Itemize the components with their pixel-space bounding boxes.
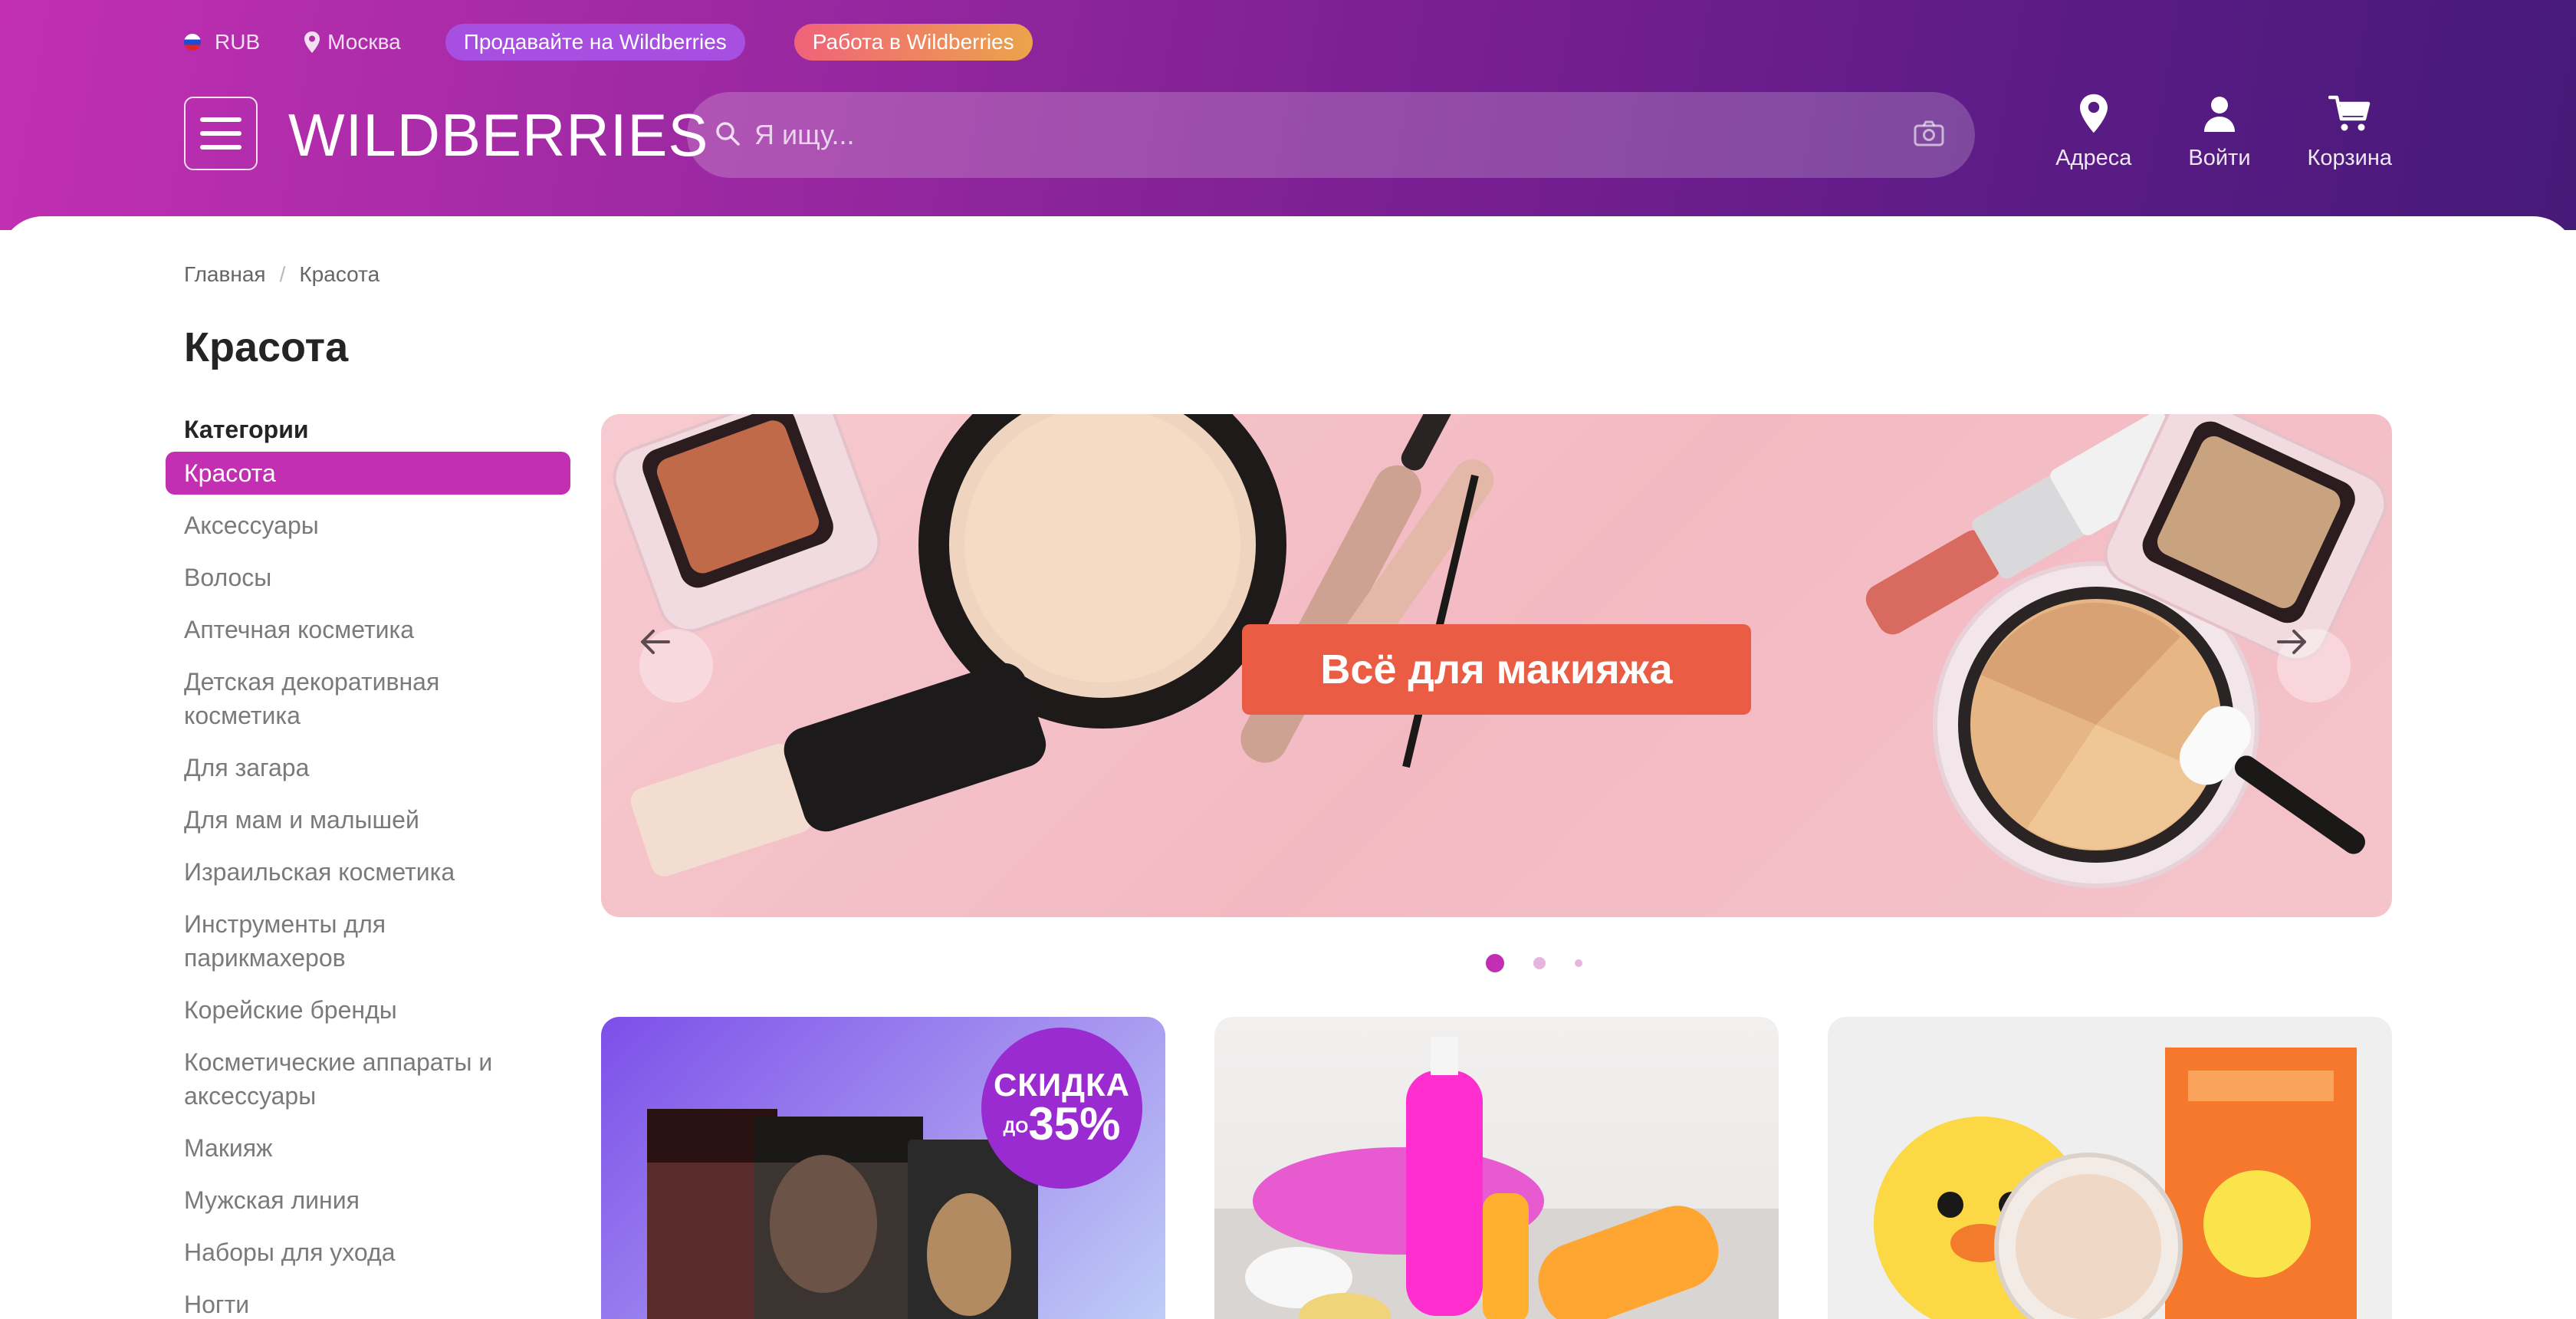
cart-icon xyxy=(2328,90,2371,137)
sidebar-item-makeup[interactable]: Макияж xyxy=(166,1122,570,1174)
site-header: RUB Москва Продавайте на Wildberries Раб… xyxy=(0,0,2576,230)
login-button[interactable]: Войти xyxy=(2188,90,2251,171)
cushion-compacts-image xyxy=(1874,1048,2357,1319)
currency-selector[interactable]: RUB xyxy=(184,30,260,54)
search-icon xyxy=(715,120,741,150)
care-products-image xyxy=(1214,1037,1779,1319)
sidebar-item-moms-and-babies[interactable]: Для мам и малышей xyxy=(166,794,570,846)
sidebar-item-cosmetic-devices[interactable]: Косметические аппараты и аксессуары xyxy=(166,1036,570,1122)
sidebar-item-kids-decorative-cosmetics[interactable]: Детская декоративная косметика xyxy=(166,656,570,742)
promo-banner[interactable]: Всё для макияжа xyxy=(601,414,2392,917)
russia-flag-icon xyxy=(184,34,201,51)
header-actions: Адреса Войти Корзина xyxy=(1999,90,2392,171)
discount-value: 35% xyxy=(1028,1098,1121,1150)
sidebar-item-hair[interactable]: Волосы xyxy=(166,551,570,604)
location-pin-icon xyxy=(304,31,320,53)
location-pin-icon xyxy=(2079,90,2108,137)
city-selector[interactable]: Москва xyxy=(304,30,401,54)
search-bar[interactable] xyxy=(687,92,1975,178)
menu-button[interactable] xyxy=(184,97,258,170)
sidebar-item-beauty[interactable]: Красота xyxy=(166,452,570,495)
addresses-button[interactable]: Адреса xyxy=(2055,90,2131,171)
promo-card-care[interactable] xyxy=(1214,1017,1779,1319)
sidebar-item-nails[interactable]: Ногти xyxy=(166,1278,570,1319)
carousel-dot-3[interactable] xyxy=(1575,959,1582,967)
cart-button[interactable]: Корзина xyxy=(2308,90,2392,171)
promo-card-korean-cushion[interactable] xyxy=(1828,1017,2392,1319)
currency-label: RUB xyxy=(215,30,261,54)
top-bar: RUB Москва Продавайте на Wildberries Раб… xyxy=(184,23,1082,61)
breadcrumb-home-link[interactable]: Главная xyxy=(184,262,266,287)
sidebar-item-care-sets[interactable]: Наборы для ухода xyxy=(166,1226,570,1278)
sidebar-item-hairdresser-tools[interactable]: Инструменты для парикмахеров xyxy=(166,898,570,984)
hamburger-icon xyxy=(200,117,242,122)
job-at-wildberries-link[interactable]: Работа в Wildberries xyxy=(794,24,1033,61)
breadcrumb-current: Красота xyxy=(299,262,380,286)
login-label: Войти xyxy=(2188,146,2251,170)
sidebar-item-pharmacy-cosmetics[interactable]: Аптечная косметика xyxy=(166,604,570,656)
sell-on-wildberries-link[interactable]: Продавайте на Wildberries xyxy=(445,24,745,61)
banner-cta-label: Всё для макияжа xyxy=(1242,624,1751,715)
user-icon xyxy=(2203,90,2236,137)
sidebar-item-israeli-cosmetics[interactable]: Израильская косметика xyxy=(166,846,570,898)
discount-badge: СКИДКА ДО35% xyxy=(981,1028,1142,1189)
sidebar-item-tanning[interactable]: Для загара xyxy=(166,742,570,794)
page-title: Красота xyxy=(184,324,349,370)
sidebar-item-mens-line[interactable]: Мужская линия xyxy=(166,1174,570,1226)
cart-label: Корзина xyxy=(2307,146,2392,170)
carousel-prev-button[interactable] xyxy=(639,629,713,702)
promo-card-hair-dye[interactable]: СКИДКА ДО35% xyxy=(601,1017,1165,1319)
discount-label: СКИДКА xyxy=(993,1067,1131,1103)
city-label: Москва xyxy=(327,30,401,54)
carousel-next-button[interactable] xyxy=(2277,629,2351,702)
discount-prefix: ДО xyxy=(1003,1117,1029,1137)
carousel-pagination xyxy=(1486,954,1582,972)
addresses-label: Адреса xyxy=(2055,146,2132,170)
sidebar-item-accessories[interactable]: Аксессуары xyxy=(166,499,570,551)
carousel-dot-2[interactable] xyxy=(1533,957,1546,969)
breadcrumb: Главная / Красота xyxy=(184,262,380,287)
main-content: Главная / Красота Красота Категории Крас… xyxy=(0,216,2576,1319)
category-sidebar: Категории Красота Аксессуары Волосы Апте… xyxy=(166,416,570,1319)
breadcrumb-separator: / xyxy=(279,262,286,286)
carousel-dot-1[interactable] xyxy=(1486,954,1504,972)
sidebar-heading: Категории xyxy=(184,416,309,443)
site-logo[interactable]: WILDBERRIES xyxy=(288,98,708,172)
sidebar-item-korean-brands[interactable]: Корейские бренды xyxy=(166,984,570,1036)
search-input[interactable] xyxy=(754,119,1914,151)
camera-icon[interactable] xyxy=(1914,120,1944,150)
